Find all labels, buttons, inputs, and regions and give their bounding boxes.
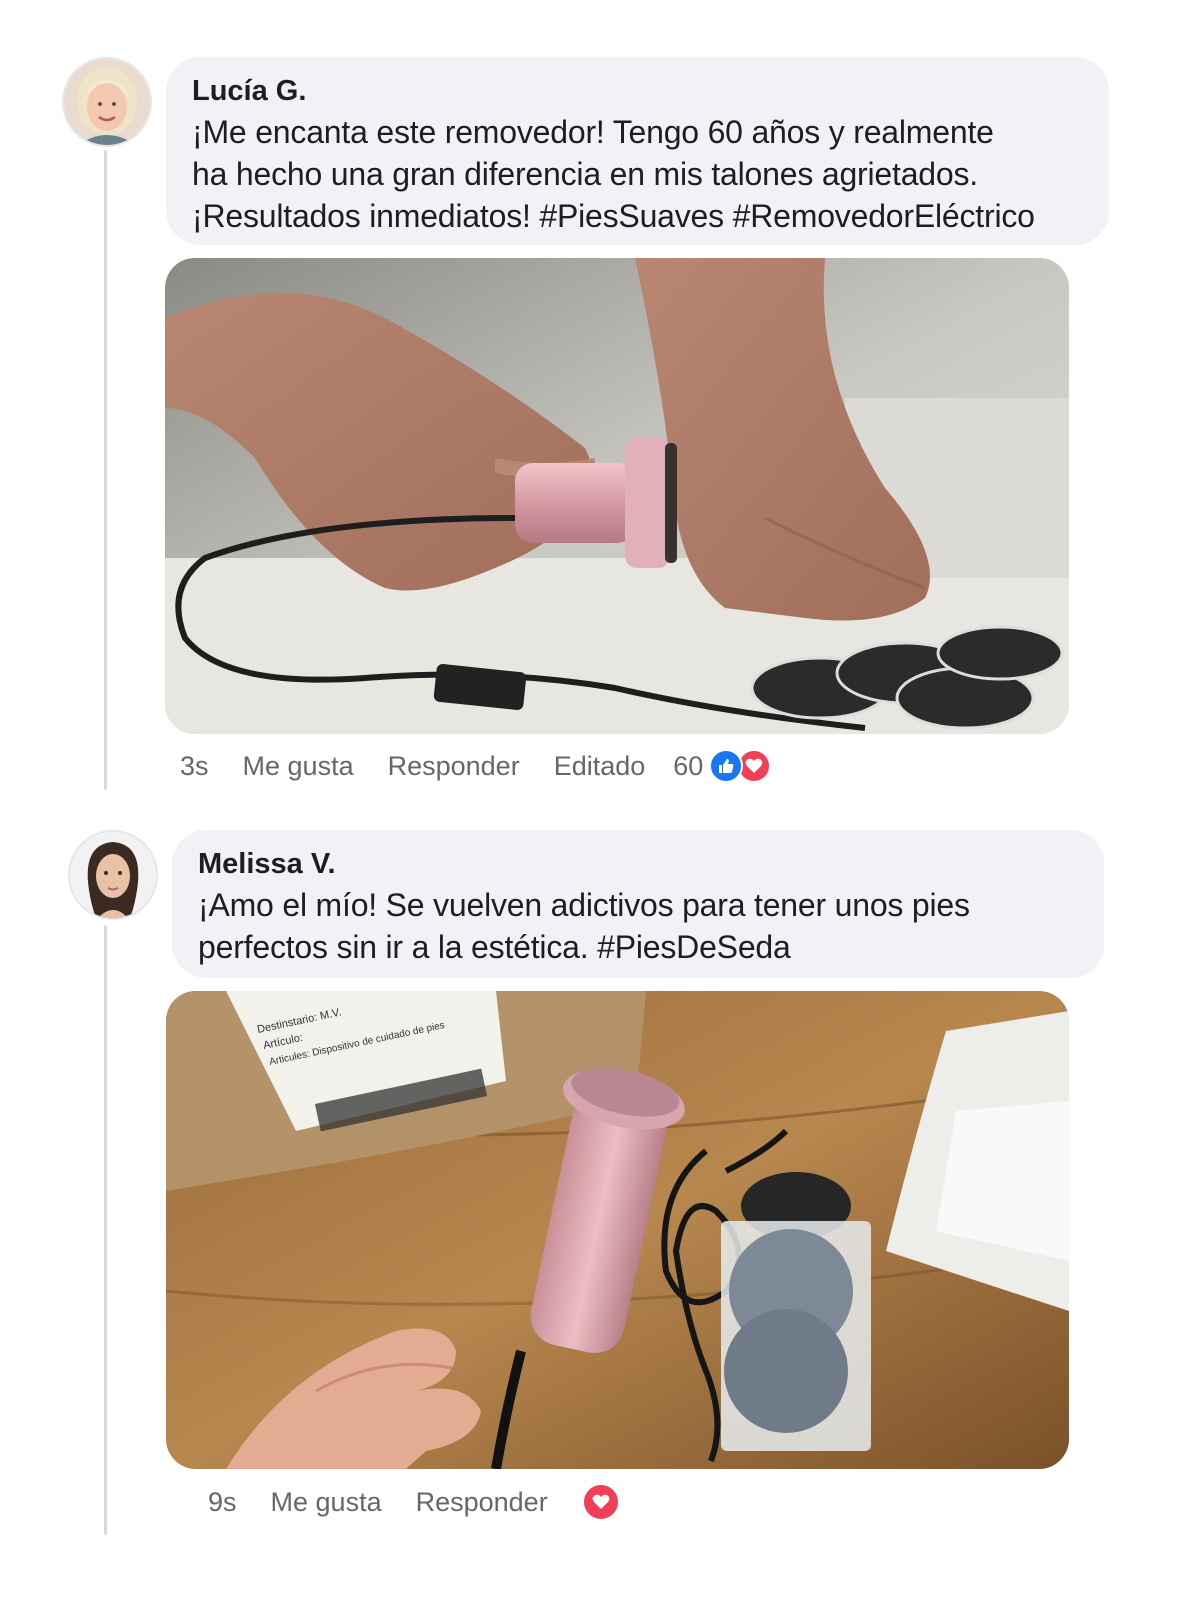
like-button[interactable]: Me gusta: [243, 751, 354, 782]
comment-author[interactable]: Lucía G.: [192, 73, 1083, 109]
reply-button[interactable]: Responder: [416, 1487, 548, 1518]
comment-actions: 9s Me gusta Responder: [208, 1482, 620, 1522]
comment-timestamp[interactable]: 9s: [208, 1487, 237, 1518]
comment-text-line: ¡Amo el mío! Se vuelven adictivos para t…: [198, 887, 970, 923]
comment-text-line: perfectos sin ir a la estética. #PiesDeS…: [198, 929, 791, 965]
comment-actions: 3s Me gusta Responder Editado 60: [180, 746, 772, 786]
thread-line: [104, 925, 107, 1535]
avatar-melissa[interactable]: [68, 830, 158, 920]
like-icon: [709, 749, 744, 783]
edited-label: Editado: [553, 750, 646, 781]
comment-bubble: Lucía G. ¡Me encanta este removedor! Ten…: [166, 57, 1109, 245]
comment-text-line: ¡Me encanta este removedor! Tengo 60 año…: [192, 114, 994, 150]
comment-author[interactable]: Melissa V.: [198, 846, 1078, 882]
like-button[interactable]: Me gusta: [271, 1487, 382, 1518]
reactions-summary[interactable]: 60: [673, 749, 772, 783]
comment-text-line: ¡Resultados inmediatos! #PiesSuaves #Rem…: [192, 198, 1035, 234]
love-icon: [581, 1483, 620, 1521]
thread-line: [104, 150, 107, 790]
comment-bubble: Melissa V. ¡Amo el mío! Se vuelven adict…: [172, 830, 1104, 978]
comment-text-line: ha hecho una gran diferencia en mis talo…: [192, 156, 978, 192]
comment-timestamp[interactable]: 3s: [180, 751, 209, 782]
avatar-lucia[interactable]: [62, 57, 152, 147]
reply-button[interactable]: Responder: [388, 751, 520, 782]
comment-photo-foot-callus-remover[interactable]: [165, 258, 1069, 734]
reactions-summary[interactable]: [581, 1483, 620, 1521]
reaction-count: 60: [673, 750, 704, 781]
comment-photo-unboxing[interactable]: Destinstario: M.V. Artículo: Articules: …: [166, 991, 1069, 1469]
